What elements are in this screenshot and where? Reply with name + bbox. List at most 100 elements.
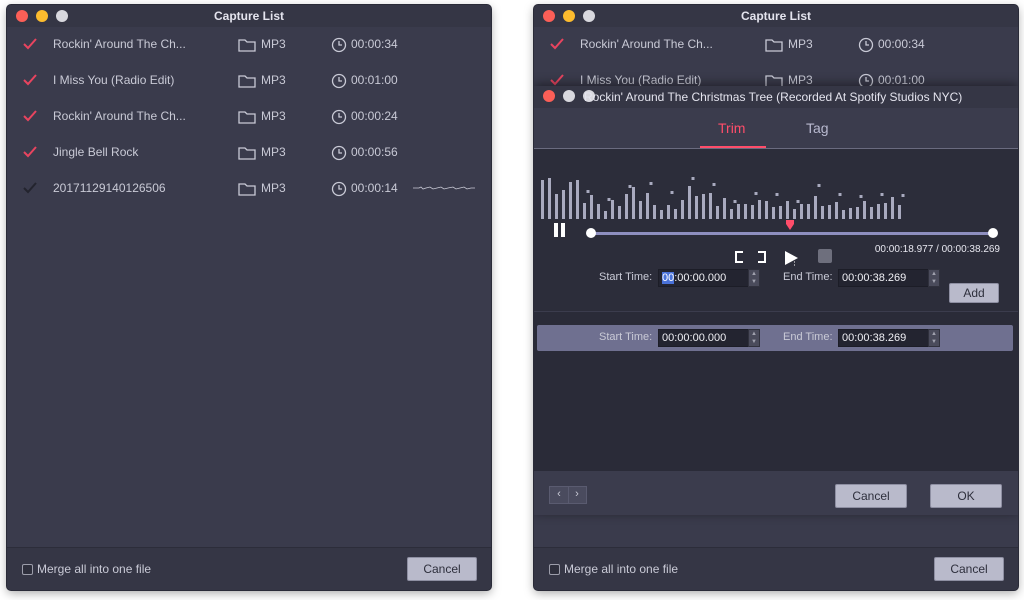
audio-waveform[interactable]: [540, 159, 910, 219]
play-icon[interactable]: [783, 250, 799, 266]
waveform-bar: [716, 206, 719, 219]
capture-name: 20171129140126506: [53, 181, 166, 195]
clock-icon: [331, 145, 347, 161]
end-time-label: End Time:: [783, 271, 833, 283]
waveform-bar: [877, 204, 880, 219]
capture-name: Rockin' Around The Ch...: [53, 109, 186, 123]
trim-end-handle[interactable]: [988, 228, 998, 238]
end-time-stepper[interactable]: ▲ ▼: [928, 269, 940, 287]
zoom-window-button[interactable]: [583, 10, 595, 22]
cancel-button[interactable]: Cancel: [407, 557, 477, 581]
waveform-bar: [653, 205, 656, 219]
waveform-bar: [870, 207, 873, 219]
folder-icon[interactable]: [238, 110, 256, 124]
waveform-bar: [793, 209, 796, 219]
waveform-bar: [646, 193, 649, 219]
waveform-peak: [838, 193, 842, 196]
zoom-window-button[interactable]: [56, 10, 68, 22]
waveform-bar: [863, 201, 866, 219]
capture-row[interactable]: I Miss You (Radio Edit) MP3 00:01:00: [7, 63, 491, 99]
cancel-button[interactable]: Cancel: [934, 557, 1004, 581]
capture-row[interactable]: 20171129140126506 MP3 00:00:14: [7, 171, 491, 207]
dialog-ok-button[interactable]: OK: [930, 484, 1002, 508]
capture-row[interactable]: Jingle Bell Rock MP3 00:00:56: [7, 135, 491, 171]
capture-name: Rockin' Around The Ch...: [580, 37, 713, 51]
chevron-right-icon[interactable]: ›: [568, 487, 586, 503]
start-time-input[interactable]: 00:00:00.000: [658, 269, 749, 287]
set-end-bracket-icon[interactable]: [758, 251, 766, 263]
capture-row[interactable]: Rockin' Around The Ch... MP3 00:00:34: [7, 27, 491, 63]
chevron-left-icon[interactable]: ‹: [550, 487, 569, 503]
waveform-bar: [779, 206, 782, 219]
waveform-peak: [775, 193, 779, 196]
waveform-peak: [607, 198, 611, 201]
capture-duration: 00:00:24: [351, 109, 398, 123]
trim-editor: 00:00:18.977 / 00:00:38.269 Start Time: …: [534, 149, 1018, 311]
tab-tag[interactable]: Tag: [806, 120, 829, 136]
window-title: Capture List: [740, 9, 811, 23]
segment-start-stepper[interactable]: ▲ ▼: [748, 329, 760, 347]
dialog-title: Rockin' Around The Christmas Tree (Recor…: [584, 90, 963, 104]
capture-duration: 00:00:34: [878, 37, 925, 51]
title-bar[interactable]: Capture List: [7, 5, 491, 27]
segment-row[interactable]: Start Time: 00:00:00.000 ▲ ▼ End Time: 00…: [537, 325, 1013, 351]
waveform-bar: [604, 211, 607, 219]
add-segment-button[interactable]: Add: [949, 283, 999, 303]
segment-end-input[interactable]: 00:00:38.269: [838, 329, 929, 347]
merge-label[interactable]: Merge all into one file: [37, 562, 151, 576]
tab-bar: Trim Tag: [534, 108, 1018, 149]
set-start-bracket-icon[interactable]: [735, 251, 743, 263]
waveform-peak: [691, 177, 695, 180]
waveform-bar: [625, 194, 628, 219]
dialog-title-bar[interactable]: Rockin' Around The Christmas Tree (Recor…: [534, 86, 1018, 108]
playhead-marker[interactable]: [786, 220, 795, 230]
folder-icon[interactable]: [238, 38, 256, 52]
waveform-bar: [555, 194, 558, 219]
start-time-label: Start Time:: [599, 271, 653, 283]
segment-start-input[interactable]: 00:00:00.000: [658, 329, 749, 347]
capture-row[interactable]: Rockin' Around The Ch... MP3 00:00:34: [534, 27, 1018, 63]
title-bar[interactable]: Capture List: [534, 5, 1018, 27]
capture-format: MP3: [261, 145, 286, 159]
live-waveform: [413, 186, 475, 190]
merge-checkbox[interactable]: [549, 564, 560, 575]
current-time: 00:00:18.977: [874, 244, 934, 255]
waveform-bar: [891, 197, 894, 219]
trim-start-handle[interactable]: [586, 228, 596, 238]
folder-icon[interactable]: [238, 74, 256, 88]
waveform-bar: [688, 186, 691, 219]
pause-icon[interactable]: [552, 223, 568, 237]
stop-icon[interactable]: [818, 249, 832, 263]
waveform-peak: [586, 190, 590, 193]
waveform-bar: [765, 201, 768, 219]
waveform-bar: [709, 193, 712, 219]
tab-trim[interactable]: Trim: [718, 120, 745, 136]
close-window-button[interactable]: [543, 10, 555, 22]
waveform-bar: [611, 200, 614, 219]
start-time-rest: :00:00.000: [674, 272, 727, 284]
minimize-window-button[interactable]: [563, 10, 575, 22]
waveform-peak: [628, 185, 632, 188]
check-icon: [23, 74, 37, 86]
capture-format: MP3: [261, 109, 286, 123]
folder-icon[interactable]: [765, 38, 783, 52]
waveform-bar: [639, 201, 642, 219]
merge-label[interactable]: Merge all into one file: [564, 562, 678, 576]
folder-icon[interactable]: [238, 182, 256, 196]
waveform-bar: [576, 180, 579, 219]
merge-checkbox[interactable]: [22, 564, 33, 575]
close-window-button[interactable]: [16, 10, 28, 22]
start-time-stepper[interactable]: ▲ ▼: [748, 269, 760, 287]
waveform-peak: [817, 184, 821, 187]
dialog-cancel-button[interactable]: Cancel: [835, 484, 907, 508]
trim-slider[interactable]: [586, 220, 998, 238]
close-dialog-button[interactable]: [543, 90, 555, 102]
segment-end-stepper[interactable]: ▲ ▼: [928, 329, 940, 347]
capture-name: Rockin' Around The Ch...: [53, 37, 186, 51]
folder-icon[interactable]: [238, 146, 256, 160]
end-time-input[interactable]: 00:00:38.269: [838, 269, 929, 287]
capture-row[interactable]: Rockin' Around The Ch... MP3 00:00:24: [7, 99, 491, 135]
minimize-window-button[interactable]: [36, 10, 48, 22]
check-icon: [23, 38, 37, 50]
clock-icon: [331, 109, 347, 125]
